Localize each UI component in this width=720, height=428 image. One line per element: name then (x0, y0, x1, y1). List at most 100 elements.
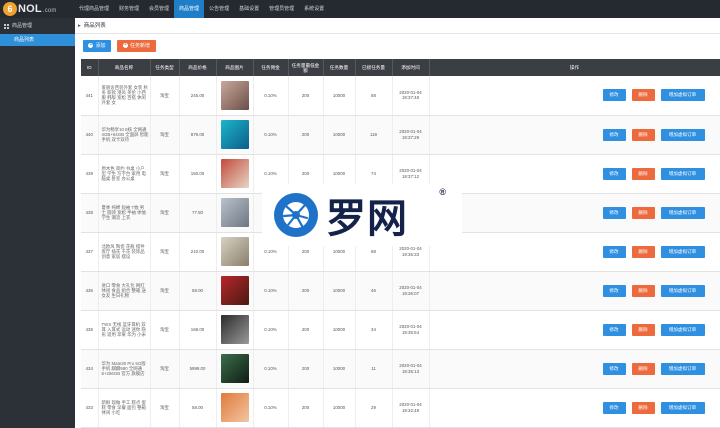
nav-item-6[interactable]: 管理员管理 (264, 0, 299, 18)
nav-item-1[interactable]: 财务管理 (114, 0, 144, 18)
cell-name: 新鲜 现做 手工 糕点 蛋糕 零食 早餐 面包 整箱 休闲 小吃 (98, 388, 151, 428)
sidebar-item-goods-list[interactable]: 商品列表 (0, 34, 75, 46)
cell-id: 434 (81, 349, 99, 389)
spider-logo-icon (274, 193, 318, 237)
cell-type: 淘宝 (150, 193, 180, 233)
column-header: 任务数量 (323, 59, 356, 76)
sidebar-group-label: 商品管理 (12, 23, 33, 29)
cell-ops: 修改 删除 增加虚拟订单 (429, 388, 720, 428)
table-row: 436 进口 零食 大礼包 网红 休闲 食品 组合 整箱 送女友 生日礼物 淘宝 58… (81, 271, 720, 311)
nav-item-3[interactable]: 商品管理 (174, 0, 205, 18)
cell-rate: 0.10% (253, 115, 289, 155)
add-task-button[interactable]: + 任务新增 (117, 40, 156, 52)
add-virtual-order-button[interactable]: 增加虚拟订单 (660, 323, 705, 336)
cell-type: 淘宝 (150, 115, 180, 155)
product-thumbnail (220, 315, 249, 344)
table-header-row: ID 商品名称 任务类型 商品价格 商品图片 任务佣金 任务量最低金额 任务数量 已接任务量 添加… (81, 59, 720, 76)
delete-button[interactable]: 删除 (631, 206, 655, 219)
add-virtual-order-button[interactable]: 增加虚拟订单 (660, 362, 705, 375)
cell-ops: 修改 删除 增加虚拟订单 (429, 115, 720, 155)
table-row: 434 华为 Mate30 Pro 5G版 手机 麒麟990 全网通 8+256G… (81, 349, 720, 389)
cell-ops: 修改 删除 增加虚拟订单 (429, 76, 720, 116)
cell-min: 200 (288, 76, 324, 116)
product-thumbnail (220, 393, 249, 422)
cell-id: 433 (81, 388, 99, 428)
delete-button[interactable]: 删除 (631, 245, 655, 258)
product-thumbnail (220, 276, 249, 305)
edit-button[interactable]: 修改 (602, 245, 626, 258)
add-virtual-order-button[interactable]: 增加虚拟订单 (660, 89, 705, 102)
time-clock: 19:37:12 (401, 173, 420, 179)
cell-image (216, 76, 254, 116)
plus-icon: + (122, 42, 128, 49)
delete-button[interactable]: 删除 (631, 89, 655, 102)
nav-item-2[interactable]: 会员管理 (144, 0, 174, 18)
nav-item-5[interactable]: 基础设置 (234, 0, 264, 18)
delete-button[interactable]: 删除 (631, 128, 655, 141)
time-clock: 19:32:48 (401, 407, 420, 413)
cell-name: 北欧风 陶瓷 花瓶 摆件 客厅 插花 干花 装饰品 创意 家居 摆设 (98, 232, 151, 272)
column-header: 商品图片 (216, 59, 254, 76)
nav-item-0[interactable]: 代理商品管理 (74, 0, 114, 18)
cell-name: 原木色 简约 书桌 小户型 学生 写字台 家用 电脑桌 卧室 办公桌 (98, 154, 151, 194)
column-header: 添加时间 (392, 59, 430, 76)
sidebar: 商品管理 商品列表 (0, 18, 75, 428)
logo[interactable]: 6 NOL.com (3, 1, 57, 17)
edit-button[interactable]: 修改 (602, 323, 626, 336)
delete-button[interactable]: 删除 (631, 323, 655, 336)
top-nav: 代理商品管理 财务管理 会员管理 商品管理 公告管理 基础设置 管理员管理 系统设置 (74, 0, 329, 18)
add-button[interactable]: + 添加 (83, 40, 111, 52)
column-header: 任务类型 (150, 59, 180, 76)
cell-name: 夏季 纯棉 短袖 T恤 男士 圆领 宽松 半袖 体恤 学生 潮流 上衣 (98, 193, 151, 233)
edit-button[interactable]: 修改 (602, 167, 626, 180)
cell-id: 435 (81, 310, 99, 350)
cell-time: 2020-01-04 19:32:48 (392, 388, 430, 428)
cell-taken: 68 (355, 76, 393, 116)
delete-button[interactable]: 删除 (631, 401, 655, 414)
table-row: 435 TWS 无线 蓝牙耳机 双耳 入耳式 运动 迷你 隐形 适用 苹果 华为 … (81, 310, 720, 350)
edit-button[interactable]: 修改 (602, 401, 626, 414)
nav-item-7[interactable]: 系统设置 (299, 0, 329, 18)
delete-button[interactable]: 删除 (631, 362, 655, 375)
cell-type: 淘宝 (150, 388, 180, 428)
cell-name: 华为 Mate30 Pro 5G版 手机 麒麟990 全网通 8+256GB 官… (98, 349, 151, 389)
table-row: 433 新鲜 现做 手工 糕点 蛋糕 零食 早餐 面包 整箱 休闲 小吃 淘宝 58.… (81, 388, 720, 428)
edit-button[interactable]: 修改 (602, 362, 626, 375)
nav-item-4[interactable]: 公告管理 (204, 0, 234, 18)
product-thumbnail (220, 354, 249, 383)
add-virtual-order-button[interactable]: 增加虚拟订单 (660, 128, 705, 141)
cell-price: 210.00 (179, 232, 217, 272)
registered-mark: ® (439, 187, 446, 197)
table-row: 440 华为畅享10 8核 全网通 4GB+64GB 全面屏 智能手机 双卡双待淘… (81, 115, 720, 155)
time-clock: 19:35:54 (401, 329, 420, 335)
add-virtual-order-button[interactable]: 增加虚拟订单 (660, 401, 705, 414)
edit-button[interactable]: 修改 (602, 284, 626, 297)
cell-time: 2020-01-04 19:37:29 (392, 115, 430, 155)
add-virtual-order-button[interactable]: 增加虚拟订单 (660, 206, 705, 219)
delete-button[interactable]: 删除 (631, 167, 655, 180)
cell-count: 10000 (323, 271, 356, 311)
product-thumbnail (220, 237, 249, 266)
cell-name: 爱丽舍西装外套 女装 秋冬 新款 港风 英伦 小西服 韩版 宽松 百搭 休闲 外… (98, 76, 151, 116)
cell-price: 58.00 (179, 271, 217, 311)
edit-button[interactable]: 修改 (602, 206, 626, 219)
add-virtual-order-button[interactable]: 增加虚拟订单 (660, 245, 705, 258)
cell-id: 436 (81, 271, 99, 311)
column-header: ID (81, 59, 99, 76)
cell-taken: 119 (355, 115, 393, 155)
cell-image (216, 193, 254, 233)
cell-rate: 0.10% (253, 349, 289, 389)
cell-count: 10000 (323, 115, 356, 155)
cell-id: 437 (81, 232, 99, 272)
add-virtual-order-button[interactable]: 增加虚拟订单 (660, 284, 705, 297)
sidebar-group-goods[interactable]: 商品管理 (0, 18, 75, 34)
edit-button[interactable]: 修改 (602, 128, 626, 141)
edit-button[interactable]: 修改 (602, 89, 626, 102)
cell-price: 58.00 (179, 388, 217, 428)
add-virtual-order-button[interactable]: 增加虚拟订单 (660, 167, 705, 180)
cell-id: 439 (81, 154, 99, 194)
time-clock: 19:37:29 (401, 134, 420, 140)
delete-button[interactable]: 删除 (631, 284, 655, 297)
watermark: 罗网 ® (262, 184, 462, 246)
cell-taken: 46 (355, 271, 393, 311)
